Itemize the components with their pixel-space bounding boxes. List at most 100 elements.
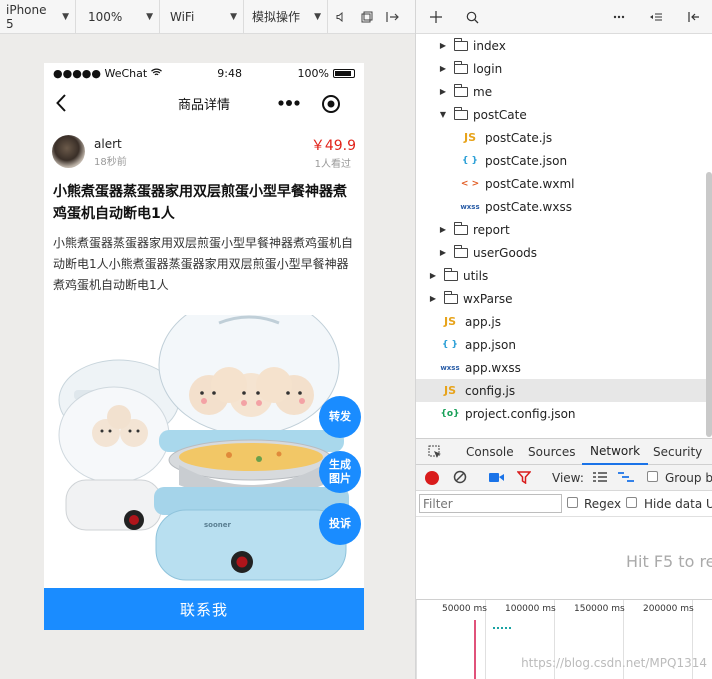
share-button-label: 转发 — [329, 410, 351, 423]
tree-file-postcate-js[interactable]: JS postCate.js — [416, 126, 708, 149]
watermark: https://blog.csdn.net/MPQ1314 — [521, 656, 707, 670]
tree-file-config-js[interactable]: JS config.js — [416, 379, 708, 402]
timeline-tick: 200000 ms — [643, 604, 694, 614]
window-icon[interactable] — [354, 0, 380, 34]
caret-right-icon: ▶ — [439, 41, 447, 50]
wxss-file-icon: wxss — [460, 202, 480, 211]
chevron-down-icon: ▼ — [314, 11, 321, 22]
chevron-down-icon: ▼ — [146, 11, 153, 22]
tree-file-app-js[interactable]: JS app.js — [416, 310, 708, 333]
tree-folder-index[interactable]: ▶ index — [416, 34, 708, 57]
tree-file-postcate-json[interactable]: { } postCate.json — [416, 149, 708, 172]
caret-down-icon: ▼ — [439, 110, 447, 119]
group-by-checkbox[interactable] — [647, 471, 658, 482]
inspect-icon[interactable] — [424, 439, 446, 465]
operation-select-label: 模拟操作 — [252, 10, 301, 24]
filter-input[interactable] — [419, 494, 562, 513]
network-select[interactable]: WiFi ▼ — [160, 0, 244, 34]
tree-file-postcate-wxss[interactable]: wxss postCate.wxss — [416, 195, 708, 218]
generate-image-label-2: 图片 — [329, 472, 351, 485]
battery-status: 100% — [298, 67, 355, 80]
record-icon[interactable] — [425, 471, 439, 485]
report-button[interactable]: 投诉 — [319, 503, 361, 545]
svg-text:sooner: sooner — [204, 521, 232, 529]
simulator-pane: iPhone 5 ▼ 100% ▼ WiFi ▼ 模拟操作 ▼ ●●●●● We… — [0, 0, 415, 679]
list-view-icon[interactable] — [593, 472, 607, 486]
capsule-close-icon[interactable] — [320, 93, 342, 115]
operation-select[interactable]: 模拟操作 ▼ — [244, 0, 328, 34]
tree-file-project-config[interactable]: {o} project.config.json — [416, 402, 708, 425]
collapse-all-icon[interactable] — [644, 0, 668, 34]
goods-title: 小熊煮蛋器蒸蛋器家用双层煎蛋小型早餐神器煮鸡蛋机自动断电1人 — [53, 184, 347, 222]
request-bar — [493, 627, 511, 629]
wifi-icon — [150, 68, 162, 75]
clear-icon[interactable] — [453, 470, 467, 487]
phone-screen: ●●●●● WeChat 9:48 100% 商品详情 alert 18秒前 ￥… — [44, 63, 364, 630]
view-label: View: — [552, 471, 584, 485]
timeline-tick: 100000 ms — [505, 604, 556, 614]
generate-image-button[interactable]: 生成 图片 — [319, 451, 361, 493]
device-select[interactable]: iPhone 5 ▼ — [0, 0, 76, 34]
tree-label: app.js — [465, 314, 501, 329]
folder-icon — [454, 37, 468, 51]
detach-icon[interactable] — [380, 0, 406, 34]
goods-description: 小熊煮蛋器蒸蛋器家用双层煎蛋小型早餐神器煮鸡蛋机自动断电1人小熊煮蛋器蒸蛋器家用… — [53, 236, 354, 292]
tree-label: userGoods — [473, 245, 538, 260]
tab-security[interactable]: Security — [653, 439, 702, 465]
tree-label: login — [473, 61, 503, 76]
mute-icon[interactable] — [328, 0, 354, 34]
tree-folder-utils[interactable]: ▶ utils — [416, 264, 708, 287]
caret-right-icon: ▶ — [439, 225, 447, 234]
search-icon[interactable] — [460, 0, 484, 34]
filter-icon[interactable] — [516, 471, 532, 487]
reload-hint: Hit F5 to re — [626, 552, 712, 571]
tree-folder-report[interactable]: ▶ report — [416, 218, 708, 241]
tree-file-postcate-wxml[interactable]: < > postCate.wxml — [416, 172, 708, 195]
author-name[interactable]: alert — [94, 137, 122, 151]
wxml-file-icon: < > — [460, 178, 480, 189]
hide-tree-icon[interactable] — [682, 0, 706, 34]
tree-folder-wxparse[interactable]: ▶ wxParse — [416, 287, 708, 310]
timeline-tick: 150000 ms — [574, 604, 625, 614]
debugger-tabs: Console Sources Network Security — [416, 439, 712, 465]
tree-folder-me[interactable]: ▶ me — [416, 80, 708, 103]
tab-console[interactable]: Console — [466, 439, 514, 465]
tree-file-app-json[interactable]: { } app.json — [416, 333, 708, 356]
debugger-panel: Console Sources Network Security View: G… — [416, 438, 712, 679]
tree-folder-usergoods[interactable]: ▶ userGoods — [416, 241, 708, 264]
timeline-tick: 50000 ms — [442, 604, 487, 614]
hide-data-urls-checkbox[interactable] — [626, 497, 637, 508]
add-icon[interactable] — [424, 0, 448, 34]
tree-file-app-wxss[interactable]: wxss app.wxss — [416, 356, 708, 379]
tab-sources[interactable]: Sources — [528, 439, 575, 465]
more-dots-icon[interactable] — [277, 95, 301, 111]
zoom-select[interactable]: 100% ▼ — [76, 0, 160, 34]
contact-button[interactable]: 联系我 — [44, 588, 364, 630]
filter-bar: Regex Hide data UR — [416, 491, 712, 517]
file-tree-scrollbar[interactable] — [706, 172, 712, 437]
folder-open-icon — [454, 106, 468, 120]
folder-icon — [444, 267, 458, 281]
avatar[interactable] — [52, 135, 85, 168]
tick-line — [416, 600, 417, 679]
tree-label: postCate.wxml — [485, 176, 575, 191]
network-timeline[interactable]: 50000 ms 100000 ms 150000 ms 200000 ms h… — [416, 599, 712, 679]
back-icon[interactable] — [54, 93, 68, 113]
file-tree: ▶ index ▶ login ▶ me ▼ postCate JS postCate.j… — [416, 34, 712, 434]
report-button-label: 投诉 — [329, 517, 351, 530]
caret-right-icon: ▶ — [439, 248, 447, 257]
tree-folder-postcate[interactable]: ▼ postCate — [416, 103, 708, 126]
tree-folder-login[interactable]: ▶ login — [416, 57, 708, 80]
network-toolbar: View: Group by — [416, 465, 712, 491]
product-image[interactable]: sooner — [44, 294, 364, 588]
tab-network[interactable]: Network — [582, 439, 649, 465]
share-button[interactable]: 转发 — [319, 396, 361, 438]
camera-icon[interactable] — [489, 472, 504, 486]
waterfall-view-icon[interactable] — [618, 472, 634, 486]
regex-checkbox[interactable] — [567, 497, 578, 508]
more-icon[interactable] — [607, 0, 631, 34]
devtools-pane: ▶ index ▶ login ▶ me ▼ postCate JS postCate.j… — [415, 0, 712, 679]
network-select-label: WiFi — [170, 9, 195, 24]
page-title: 商品详情 — [177, 97, 230, 113]
tree-label: report — [473, 222, 510, 237]
